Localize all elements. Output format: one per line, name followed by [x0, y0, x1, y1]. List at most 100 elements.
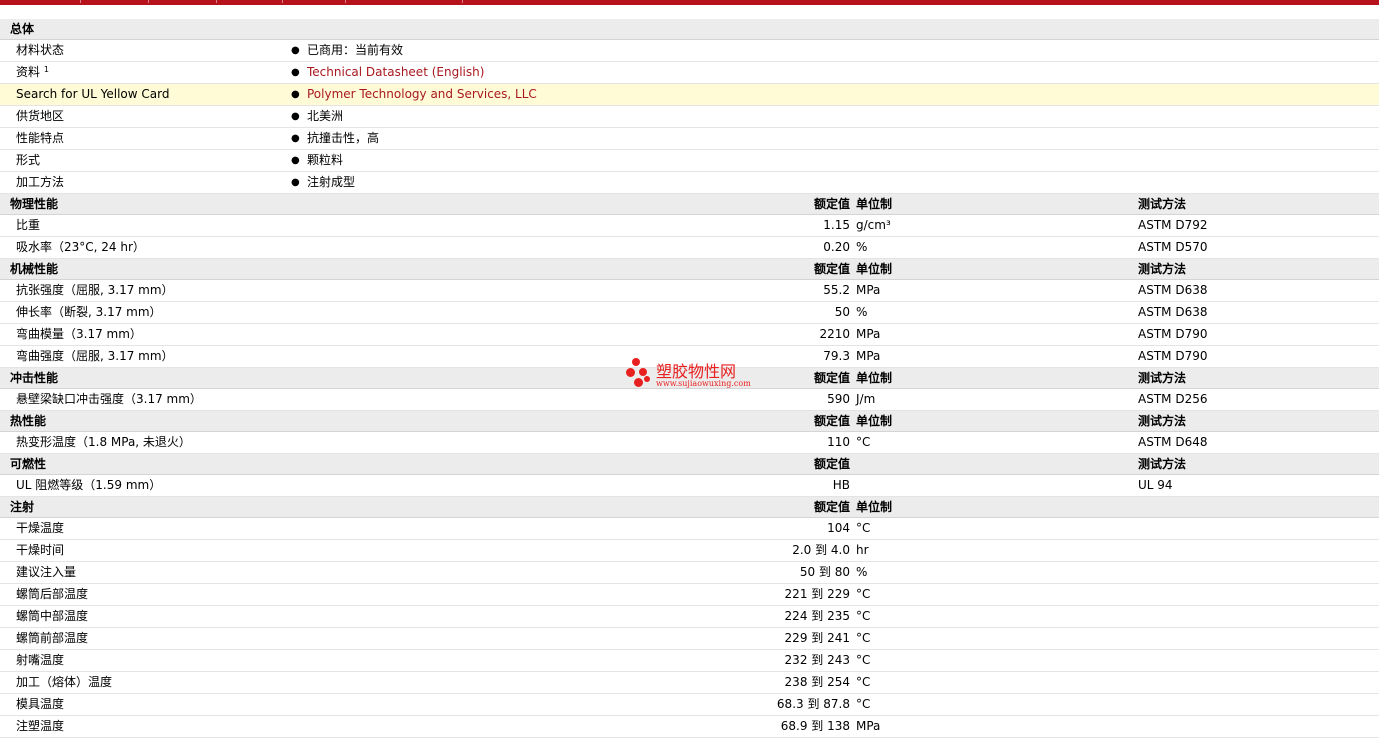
property-label: 供货地区: [16, 106, 64, 127]
property-unit: °C: [856, 587, 871, 601]
property-row: 建议注入量 50 到 80%: [0, 562, 1379, 584]
property-value: 229 到 241: [784, 631, 850, 645]
property-label-text: 螺筒前部温度: [16, 631, 89, 645]
property-label-text: 干燥时间: [16, 543, 65, 557]
property-value: 110: [827, 435, 850, 449]
property-value: 238 到 254: [784, 675, 850, 689]
section-title: 可燃性: [10, 457, 47, 471]
header-unit: 单位制: [856, 414, 893, 428]
test-method: ASTM D638: [1138, 283, 1208, 297]
top-brand-bar: [0, 0, 1379, 5]
section-title: 机械性能: [10, 262, 59, 276]
property-row: 模具温度 68.3 到 87.8 °C: [0, 694, 1379, 716]
property-unit: MPa: [856, 327, 881, 341]
property-label: 比重: [16, 215, 40, 236]
property-unit: hr: [856, 543, 869, 557]
property-label: 加工（熔体）温度: [16, 672, 112, 693]
section-header: 热性能 额定值 单位制 测试方法: [0, 411, 1379, 432]
property-value: 55.2: [823, 283, 850, 297]
property-label-text: 资料: [16, 65, 41, 79]
property-label: 建议注入量: [16, 562, 76, 583]
property-link[interactable]: Polymer Technology and Services, LLC: [307, 84, 537, 105]
property-unit: MPa: [856, 283, 881, 297]
property-label-text: 抗张强度（屈服, 3.17 mm）: [16, 283, 174, 297]
property-value: 50: [834, 305, 850, 319]
property-label-text: 伸长率（断裂, 3.17 mm）: [16, 305, 162, 319]
property-label: UL 阻燃等级（1.59 mm）: [16, 475, 161, 496]
bullet-icon: ●: [291, 89, 300, 100]
header-rated-value: 额定值: [813, 457, 850, 471]
header-test-method: 测试方法: [1138, 197, 1187, 211]
property-label: 弯曲强度（屈服, 3.17 mm）: [16, 346, 174, 367]
property-row: Search for UL Yellow Card ● Polymer Techno…: [0, 84, 1379, 106]
header-unit: 单位制: [856, 500, 893, 514]
property-row: 吸水率（23°C, 24 hr） 0.20% ASTM D570: [0, 237, 1379, 259]
header-rated-value: 额定值: [813, 197, 850, 211]
property-value: 221 到 229: [784, 587, 850, 601]
property-unit: °C: [856, 631, 871, 645]
property-value: 50 到 80: [799, 565, 850, 579]
property-label: 热变形温度（1.8 MPa, 未退火）: [16, 432, 191, 453]
test-method: ASTM D792: [1138, 218, 1208, 232]
property-label-text: 形式: [16, 153, 41, 167]
property-row: 比重 1.15 g/cm³ ASTM D792: [0, 215, 1379, 237]
property-value: 2210: [819, 327, 850, 341]
property-value: 224 到 235: [784, 609, 850, 623]
property-label-text: 吸水率（23°C, 24 hr）: [16, 240, 145, 254]
property-label-text: 模具温度: [16, 697, 65, 711]
property-label: 加工方法: [16, 172, 64, 193]
test-method: UL 94: [1138, 478, 1173, 492]
property-link[interactable]: Technical Datasheet (English): [307, 62, 484, 83]
property-row: 弯曲模量（3.17 mm） 2210 MPa ASTM D790: [0, 324, 1379, 346]
bullet-icon: ●: [291, 133, 300, 144]
property-label: 吸水率（23°C, 24 hr）: [16, 237, 145, 258]
property-value: 已商用：当前有效: [307, 43, 404, 57]
property-row: UL 阻燃等级（1.59 mm） HB UL 94: [0, 475, 1379, 497]
bullet-icon: ●: [291, 111, 300, 122]
property-unit: J/m: [856, 392, 876, 406]
property-value: 590: [827, 392, 850, 406]
property-unit: MPa: [856, 719, 881, 733]
section-header: 物理性能 额定值 单位制 测试方法: [0, 194, 1379, 215]
property-label: 干燥温度: [16, 518, 64, 539]
property-label[interactable]: Search for UL Yellow Card: [16, 84, 169, 105]
property-value: 1.15: [823, 218, 850, 232]
property-row: 螺筒前部温度 229 到 241 °C: [0, 628, 1379, 650]
property-label: 模具温度: [16, 694, 64, 715]
property-label: 螺筒后部温度: [16, 584, 88, 605]
property-label-text: 建议注入量: [16, 565, 77, 579]
property-unit: °C: [856, 521, 871, 535]
test-method: ASTM D790: [1138, 327, 1208, 341]
property-unit: °C: [856, 653, 871, 667]
property-row: 螺筒中部温度 224 到 235 °C: [0, 606, 1379, 628]
property-label: 螺筒前部温度: [16, 628, 88, 649]
property-label-text: 射嘴温度: [16, 653, 65, 667]
property-unit: °C: [856, 435, 871, 449]
property-row: 热变形温度（1.8 MPa, 未退火） 110 °C ASTM D648: [0, 432, 1379, 454]
property-value: 北美洲: [307, 109, 344, 123]
property-label-text: 注塑温度: [16, 719, 65, 733]
section-title: 冲击性能: [10, 371, 59, 385]
property-unit: %: [856, 240, 868, 254]
section-title: 注射: [10, 500, 35, 514]
property-label: 射嘴温度: [16, 650, 64, 671]
property-row: 注塑温度 68.9 到 138 MPa: [0, 716, 1379, 738]
section-header: 机械性能 额定值 单位制 测试方法: [0, 259, 1379, 280]
test-method: ASTM D648: [1138, 435, 1208, 449]
property-row: 供货地区 ● 北美洲: [0, 106, 1379, 128]
header-test-method: 测试方法: [1138, 414, 1187, 428]
property-label-text: 热变形温度（1.8 MPa, 未退火）: [16, 435, 191, 449]
header-unit: 单位制: [856, 371, 893, 385]
property-row: 伸长率（断裂, 3.17 mm） 50% ASTM D638: [0, 302, 1379, 324]
property-label-text[interactable]: Search for UL Yellow Card: [16, 87, 169, 101]
property-value: 颗粒料: [307, 153, 344, 167]
watermark-url: www.sujiaowuxing.com: [656, 379, 751, 388]
property-row: 形式 ● 颗粒料: [0, 150, 1379, 172]
bullet-icon: ●: [291, 45, 300, 56]
property-value: HB: [832, 478, 850, 492]
property-value: 2.0 到 4.0: [792, 543, 850, 557]
property-unit: °C: [856, 697, 871, 711]
property-label-text: 加工方法: [16, 175, 65, 189]
test-method: ASTM D638: [1138, 305, 1208, 319]
header-rated-value: 额定值: [813, 414, 850, 428]
